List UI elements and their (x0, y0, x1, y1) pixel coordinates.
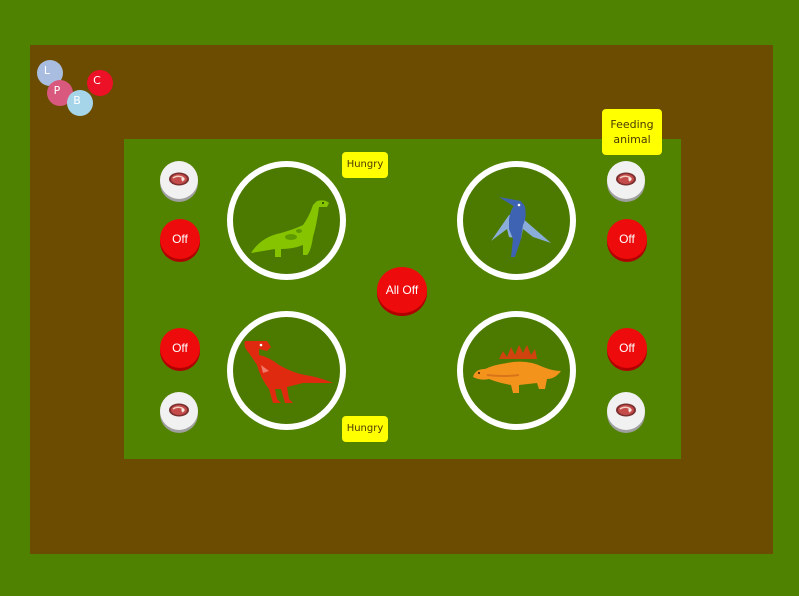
off-button-top-right[interactable]: Off (607, 219, 647, 259)
t-rex-icon (244, 341, 333, 403)
pen-brachiosaurus[interactable] (227, 161, 346, 280)
off-button-bottom-right[interactable]: Off (607, 328, 647, 368)
all-off-button[interactable]: All Off (377, 267, 427, 313)
legend-ball-c: C (87, 70, 113, 96)
status-tag-top-left: Hungry (342, 152, 388, 178)
pterodactyl-icon (491, 197, 551, 257)
meat-icon (169, 403, 189, 417)
status-tag-bottom-right: Hungry (342, 416, 388, 442)
off-button-top-left[interactable]: Off (160, 219, 200, 259)
stegosaurus-icon (473, 345, 561, 393)
status-tag-label: Feeding animal (610, 118, 654, 146)
meat-icon (616, 403, 636, 417)
pen-t-rex[interactable] (227, 311, 346, 430)
meat-icon (169, 172, 189, 186)
feed-button-bottom-right[interactable] (607, 392, 645, 430)
brachiosaurus-icon (251, 200, 329, 257)
feed-button-bottom-left[interactable] (160, 392, 198, 430)
legend-ball-b: B (67, 90, 93, 116)
status-tag-top-right: Feeding animal (602, 109, 662, 155)
pen-pterodactyl[interactable] (457, 161, 576, 280)
feed-button-top-right[interactable] (607, 161, 645, 199)
pen-stegosaurus[interactable] (457, 311, 576, 430)
off-button-bottom-left[interactable]: Off (160, 328, 200, 368)
meat-icon (616, 172, 636, 186)
feed-button-top-left[interactable] (160, 161, 198, 199)
